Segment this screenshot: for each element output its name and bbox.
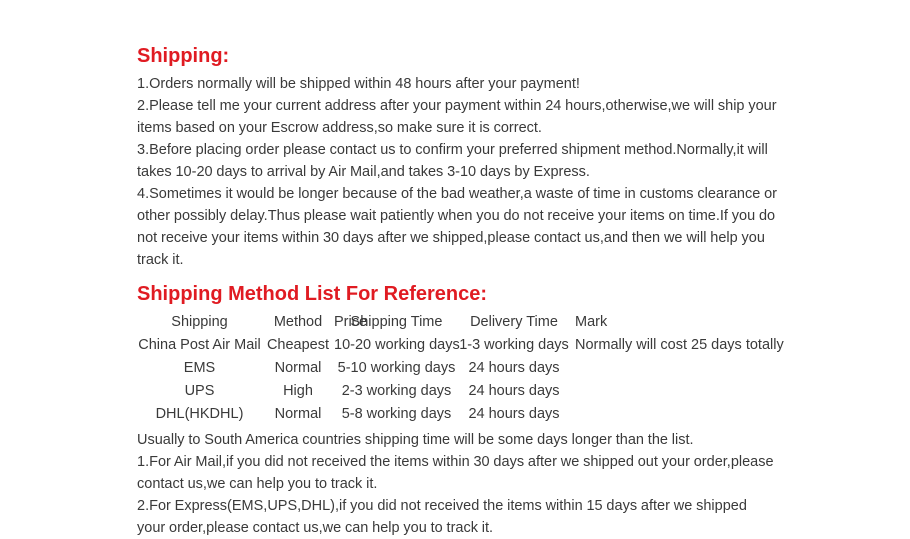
shipping-paragraph-3: 3.Before placing order please contact us… bbox=[137, 142, 768, 180]
header-shipping: Shipping bbox=[171, 314, 228, 330]
row-1-shipping: EMS bbox=[183, 360, 216, 376]
row-3-mark bbox=[569, 403, 783, 426]
row-3-method: Normal bbox=[274, 406, 322, 422]
row-2-mark bbox=[569, 380, 783, 403]
row-3-shipping-time: 5-8 working days bbox=[341, 406, 452, 422]
shipping-notes: Usually to South America countries shipp… bbox=[137, 429, 777, 539]
shipping-method-list-heading: Shipping Method List For Reference: bbox=[137, 283, 488, 305]
table-row: China Post Air Mail Cheapest 10-20 worki… bbox=[137, 334, 783, 357]
row-1-delivery-time: 24 hours days bbox=[468, 360, 560, 376]
shipping-heading: Shipping: bbox=[137, 45, 230, 67]
table-row: DHL(HKDHL) Normal 5-8 working days 24 ho… bbox=[137, 403, 783, 426]
row-2-delivery-time: 24 hours days bbox=[468, 383, 560, 399]
shipping-paragraphs: 1.Orders normally will be shipped within… bbox=[137, 73, 777, 271]
row-2-method: High bbox=[283, 383, 313, 399]
row-2-shipping: UPS bbox=[184, 383, 215, 399]
shipping-paragraph-2: 2.Please tell me your current address af… bbox=[137, 98, 777, 136]
row-2-shipping-time: 2-3 working days bbox=[341, 383, 452, 399]
shipping-paragraph-4: 4.Sometimes it would be longer because o… bbox=[137, 186, 777, 268]
header-mark: Mark bbox=[575, 314, 608, 330]
header-shipping-time: Shipping Time bbox=[350, 314, 443, 330]
row-0-delivery-time: 1-3 working days bbox=[459, 337, 569, 353]
row-0-method: Cheapest bbox=[266, 337, 330, 353]
table-row: UPS High 2-3 working days 24 hours days bbox=[137, 380, 783, 403]
shipping-note-3: 2.For Express(EMS,UPS,DHL),if you did no… bbox=[137, 498, 747, 536]
shipping-paragraph-1: 1.Orders normally will be shipped within… bbox=[137, 76, 580, 92]
row-1-shipping-time: 5-10 working days bbox=[337, 360, 456, 376]
header-method: Method bbox=[273, 314, 323, 330]
row-1-method: Normal bbox=[274, 360, 322, 376]
shipping-method-table-wrapper: Shipping Method Price Shipping Time Deli… bbox=[137, 311, 783, 426]
shipping-policy-page: Shipping: 1.Orders normally will be ship… bbox=[137, 0, 784, 539]
row-0-shipping-time: 10-20 working days bbox=[334, 337, 460, 353]
row-0-shipping: China Post Air Mail bbox=[138, 337, 261, 353]
row-3-delivery-time: 24 hours days bbox=[468, 406, 560, 422]
shipping-note-2: 1.For Air Mail,if you did not received t… bbox=[137, 454, 774, 492]
row-1-mark bbox=[569, 357, 783, 380]
shipping-method-table: Shipping Method Price Shipping Time Deli… bbox=[137, 311, 783, 426]
row-3-shipping: DHL(HKDHL) bbox=[155, 406, 244, 422]
row-0-mark: Normally will cost 25 days totally bbox=[575, 337, 784, 353]
shipping-note-1: Usually to South America countries shipp… bbox=[137, 432, 694, 448]
header-delivery-time: Delivery Time bbox=[470, 314, 558, 330]
table-row: EMS Normal 5-10 working days 24 hours da… bbox=[137, 357, 783, 380]
table-header-row: Shipping Method Price Shipping Time Deli… bbox=[137, 311, 783, 334]
